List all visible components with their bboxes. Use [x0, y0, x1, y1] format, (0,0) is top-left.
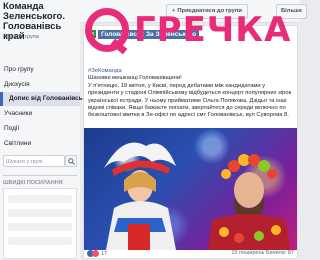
concert-photo: [104, 142, 290, 250]
magnifier-icon: [85, 8, 129, 52]
post-text: #ЗеКоманда Шановні мешканці Голованівщин…: [88, 68, 294, 120]
post-stats[interactable]: 15 поширень Бачили: 87: [231, 250, 294, 256]
sidebar-divider: [3, 175, 77, 176]
reactions-count: 17: [101, 250, 108, 257]
watermark-logo: ГРЕЧКА: [80, 2, 290, 62]
post-footer: 17 15 поширень Бачили: 87: [84, 248, 297, 260]
list-item: [8, 195, 72, 203]
post-hashtag[interactable]: #ЗеКоманда: [88, 68, 294, 75]
reactions[interactable]: 17: [87, 250, 107, 257]
list-item: [8, 209, 72, 217]
watermark-text: ГРЕЧКА: [134, 10, 292, 50]
nav-post-from[interactable]: Допис від Голованівськ: [0, 92, 86, 106]
nav-members[interactable]: Учасники: [0, 106, 80, 121]
nav-events[interactable]: Події: [0, 121, 80, 136]
post-photo[interactable]: [84, 128, 297, 250]
group-search-input[interactable]: Шукати у групі: [3, 155, 65, 167]
list-item: [8, 223, 72, 231]
search-icon: [68, 158, 75, 165]
nav-about[interactable]: Про групу: [0, 62, 80, 77]
shortcuts-panel: [3, 188, 77, 259]
love-icon: [92, 250, 99, 257]
post-paragraph-greeting: Шановні мешканці Голованівщини!: [88, 75, 182, 82]
post-paragraph-body: У п'ятницю, 19 квітня, у Києві, перед де…: [88, 82, 292, 119]
group-navigation: Про групу Дискусія Допис від Голованівсь…: [0, 62, 86, 151]
list-item: [8, 237, 72, 245]
shortcuts-label: Швидкі посилання: [3, 180, 63, 186]
nav-discussion[interactable]: Дискусія: [0, 77, 80, 92]
search-button[interactable]: [65, 155, 77, 167]
closed-group-label: Закрита група: [3, 34, 39, 40]
group-sidebar: Команда Зеленського. Голованівсь край За…: [0, 0, 86, 259]
nav-photos[interactable]: Світлини: [0, 136, 80, 151]
